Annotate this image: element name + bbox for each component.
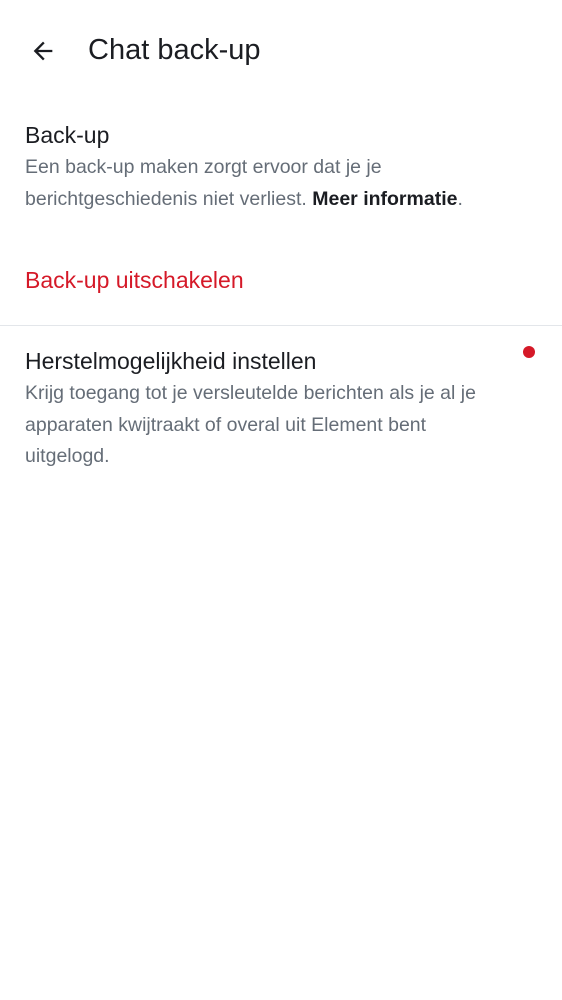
recovery-title: Herstelmogelijkheid instellen xyxy=(25,348,317,374)
back-button[interactable] xyxy=(18,26,68,76)
backup-description-suffix: . xyxy=(457,187,463,210)
backup-title: Back-up xyxy=(25,122,110,148)
recovery-description: Krijg toegang tot je versleutelde berich… xyxy=(25,382,476,467)
red-dot-icon xyxy=(523,346,535,358)
top-app-bar: Chat back-up xyxy=(0,0,562,100)
more-info-link[interactable]: Meer informatie xyxy=(312,188,457,210)
page-title: Chat back-up xyxy=(88,34,261,66)
arrow-left-icon xyxy=(33,41,53,61)
backup-description: Een back-up maken zorgt ervoor dat je je… xyxy=(25,152,540,215)
divider xyxy=(0,325,562,326)
disable-backup-button[interactable]: Back-up uitschakelen xyxy=(25,264,244,296)
setup-recovery-item[interactable]: Herstelmogelijkheid instellen Krijg toeg… xyxy=(25,345,495,473)
backup-section: Back-up Een back-up maken zorgt ervoor d… xyxy=(25,119,540,215)
